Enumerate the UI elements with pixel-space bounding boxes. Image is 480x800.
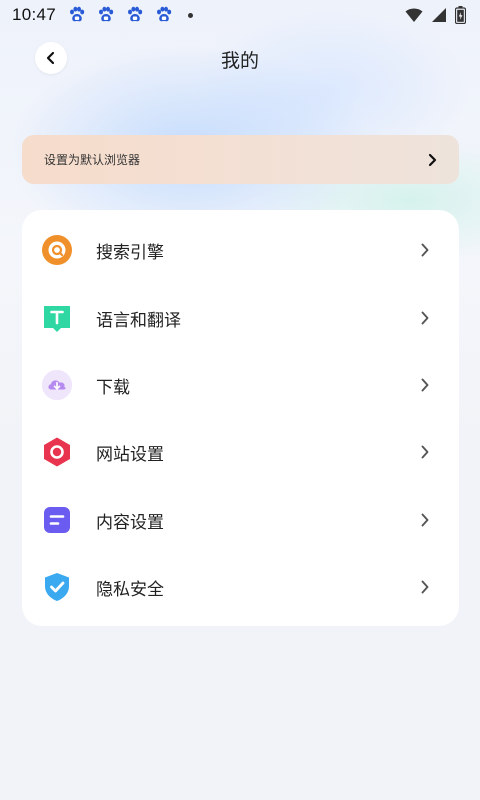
signal-icon (432, 8, 446, 22)
baidu-paw-icon (157, 6, 172, 22)
menu-item-label: 下载 (96, 377, 130, 398)
set-default-browser-banner[interactable]: 设置为默认浏览器 (22, 135, 459, 184)
menu-item-label: 语言和翻译 (96, 310, 181, 331)
notification-icons (68, 6, 194, 24)
menu-item-label: 网站设置 (96, 444, 164, 465)
chevron-right-icon (420, 579, 430, 595)
chevron-right-icon (420, 377, 430, 393)
download-cloud-icon (41, 369, 73, 401)
baidu-paw-icon (70, 6, 85, 22)
website-settings-icon (41, 436, 73, 468)
settings-card: 搜索引擎 语言和翻译 下载 网站设置 内容设置 隐私安全 (22, 210, 459, 626)
menu-item-search-engine[interactable]: 搜索引擎 (22, 220, 459, 280)
set-default-browser-label: 设置为默认浏览器 (44, 153, 141, 167)
chevron-right-icon (420, 310, 430, 326)
chevron-right-icon (420, 242, 430, 258)
header: 我的 (0, 40, 480, 78)
menu-item-download[interactable]: 下载 (22, 355, 459, 415)
privacy-shield-icon (41, 571, 73, 603)
baidu-paw-icon (99, 6, 114, 22)
translate-icon (41, 302, 73, 334)
baidu-paw-icon (128, 6, 143, 22)
menu-item-website-settings[interactable]: 网站设置 (22, 422, 459, 482)
status-bar: 10:47 (0, 0, 480, 30)
menu-item-label: 内容设置 (96, 512, 164, 533)
menu-item-content-settings[interactable]: 内容设置 (22, 490, 459, 550)
menu-item-language-translation[interactable]: 语言和翻译 (22, 288, 459, 348)
chevron-right-icon (427, 153, 437, 167)
page-title: 我的 (220, 50, 259, 72)
menu-item-privacy-security[interactable]: 隐私安全 (22, 557, 459, 617)
wifi-icon (405, 8, 423, 22)
battery-icon (455, 6, 466, 24)
status-indicators (405, 6, 466, 24)
chevron-right-icon (420, 512, 430, 528)
more-notifications-dot-icon (188, 12, 194, 18)
status-time: 10:47 (12, 5, 57, 24)
menu-item-label: 搜索引擎 (96, 242, 164, 263)
search-engine-icon (41, 234, 73, 266)
menu-item-label: 隐私安全 (96, 579, 164, 600)
chevron-right-icon (420, 444, 430, 460)
content-settings-icon (41, 504, 73, 536)
